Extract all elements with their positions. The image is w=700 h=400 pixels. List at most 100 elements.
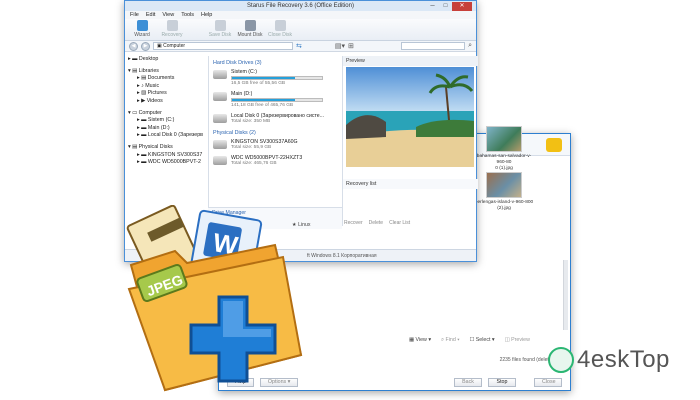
menu-edit[interactable]: Edit	[146, 12, 155, 18]
mount-disk-button[interactable]: Mount Disk	[237, 20, 263, 38]
tree-item[interactable]: ▾ ▤ Physical Disks	[128, 144, 206, 152]
folder-tree: ▸ ▬ Desktop ▾ ▤ Libraries ▸ ▤ Documents …	[128, 56, 206, 167]
forward-nav-button[interactable]: ▶	[141, 41, 150, 51]
tree-label: Music	[145, 82, 160, 89]
close-button[interactable]: Close	[534, 378, 562, 387]
view-label: View	[415, 337, 427, 343]
recovery-list-toolbar: Recover Delete Clear List	[344, 220, 410, 226]
close-disk-icon	[274, 20, 286, 31]
clear-list-button[interactable]: Clear List	[389, 220, 410, 226]
watermark: 4eskTop	[548, 346, 670, 374]
menu-help[interactable]: Help	[201, 12, 212, 18]
app-logo-icon	[546, 138, 562, 152]
preview-button[interactable]: ◫ Preview	[505, 337, 530, 344]
search-input[interactable]	[401, 42, 466, 50]
disk-total-size: Total size: 55,9 GB	[231, 145, 272, 150]
physical-disk-item[interactable]: KINGSTON SV300S37A60G Total size: 55,9 G…	[213, 139, 338, 150]
save-disk-icon	[214, 20, 226, 31]
mount-disk-label: Mount Disk	[237, 32, 263, 38]
tree-label: Local Disk 0 (Зарезерв	[147, 132, 203, 139]
recover-button[interactable]: Recover	[344, 220, 363, 226]
beach-photo	[346, 67, 474, 167]
delete-button[interactable]: Delete	[369, 220, 383, 226]
window-controls: ─ □ ✕	[426, 1, 472, 11]
os-status-text: ft Windows 8.1 Корпоративная	[307, 252, 377, 259]
drive-item[interactable]: Main (D:) 141,18 GB free of 465,76 GB	[213, 91, 338, 108]
maximize-button[interactable]: □	[439, 2, 452, 11]
disk-icon	[213, 156, 227, 165]
physical-disk-item[interactable]: WDC WD5000BPVT-22HXZT3 Total size: 465,7…	[213, 155, 338, 166]
thumbnail-item[interactable]: berlengas-island-v-960-800 (2).jpg	[473, 172, 535, 212]
tree-item[interactable]: ▸ ♪ Music	[128, 83, 206, 91]
wizard-button[interactable]: Wizard	[129, 20, 155, 38]
thumbnail-scrollbar[interactable]	[563, 260, 568, 330]
back-nav-button[interactable]: ◀	[129, 41, 138, 51]
filter-icon[interactable]: ⊞	[348, 42, 354, 50]
title-bar: Starus File Recovery 3.6 (Office Edition…	[125, 1, 476, 11]
tree-label: Physical Disks	[138, 143, 173, 150]
back-button[interactable]: Back	[454, 378, 482, 387]
physical-section-title: Physical Disks (2)	[213, 130, 256, 136]
menu-tools[interactable]: Tools	[181, 12, 194, 18]
save-disk-label: Save Disk	[208, 32, 232, 38]
thumbnail-item[interactable]: bahamas-san-salvador-v-960-80 0 (1).jpg	[473, 126, 535, 172]
drive-free-space: 141,18 GB free of 465,76 GB	[231, 103, 294, 108]
save-disk-button[interactable]: Save Disk	[207, 20, 233, 38]
tree-item[interactable]: ▾ ▤ Libraries	[128, 68, 206, 76]
search-icon[interactable]: ⌕	[468, 42, 472, 50]
tree-label: Libraries	[138, 67, 159, 74]
tree-item[interactable]: ▸ ▬ KINGSTON SV300S37	[128, 152, 206, 160]
drive-item[interactable]: Sistem (C:) 16,5 GB free of 55,56 GB	[213, 69, 338, 86]
disk-icon	[213, 140, 227, 149]
tree-item[interactable]: ▸ ▬ Main (D:)	[128, 125, 206, 133]
hard-drive-icon	[213, 92, 227, 101]
minimize-button[interactable]: ─	[426, 2, 439, 11]
recovery-button[interactable]: Recovery	[159, 20, 185, 38]
select-menu[interactable]: ☐ Select ▾	[469, 337, 494, 344]
window-title: Starus File Recovery 3.6 (Office Edition…	[247, 3, 354, 9]
preview-image	[346, 67, 474, 167]
tree-item[interactable]: ▸ ▬ WDC WD5000BPVT-2	[128, 159, 206, 167]
thumbnail-label: berlengas-island-v-960-800 (2).jpg	[474, 200, 534, 211]
tree-item[interactable]: ▸ ▨ Pictures	[128, 90, 206, 98]
drive-usage-fill	[232, 77, 295, 79]
tree-label: Videos	[146, 97, 163, 104]
drive-name: Main (D:)	[231, 91, 253, 97]
preview-label: Preview	[511, 337, 530, 343]
stop-button[interactable]: Stop	[488, 378, 516, 387]
preview-panel: Preview Recovery list	[342, 56, 478, 226]
menu-view[interactable]: View	[162, 12, 174, 18]
tree-item[interactable]: ▸ ▬ Sistem (C:)	[128, 117, 206, 125]
drive-usage-bar	[231, 98, 323, 102]
toolbar: Wizard Recovery Save Disk Mount Disk Clo…	[125, 19, 476, 41]
address-input[interactable]: ▣ Computer	[153, 42, 293, 50]
view-options-icon[interactable]: ▤▾	[335, 42, 345, 50]
recovery-icon	[166, 20, 178, 31]
menu-file[interactable]: File	[130, 12, 139, 18]
find-menu[interactable]: ⌕ Find ▾	[441, 337, 459, 344]
tree-label: Documents	[147, 75, 175, 82]
tree-item[interactable]: ▸ ▶ Videos	[128, 98, 206, 106]
thumbnail-image	[486, 126, 522, 152]
watermark-text: 4eskTop	[577, 346, 670, 373]
watermark-logo-icon	[548, 347, 574, 373]
drive-total-size: Total size: 350 MB	[231, 119, 271, 124]
close-disk-button[interactable]: Close Disk	[267, 20, 293, 38]
hard-drive-icon	[213, 114, 227, 123]
thumbnail-image	[486, 172, 522, 198]
refresh-icon[interactable]: ⇆	[296, 42, 302, 50]
address-bar: ◀ ▶ ▣ Computer ⇆ ▤▾ ⊞ ⌕	[125, 41, 476, 52]
tree-item[interactable]: ▸ ▬ Desktop	[128, 56, 206, 64]
view-toolbar: ▦ View ▾ ⌕ Find ▾ ☐ Select ▾ ◫ Preview	[409, 337, 530, 344]
drive-item[interactable]: Local Disk 0 (Зарезервировано систе... T…	[213, 113, 338, 124]
tree-item[interactable]: ▾ ▭ Computer	[128, 110, 206, 118]
drive-name: Sistem (C:)	[231, 69, 257, 75]
drive-list: Hard Disk Drives (3) Sistem (C:) 16,5 GB…	[208, 56, 342, 226]
view-menu[interactable]: ▦ View ▾	[409, 337, 431, 344]
tree-item[interactable]: ▸ ▤ Documents	[128, 75, 206, 83]
hdd-section-title: Hard Disk Drives (3)	[213, 60, 262, 66]
tree-item[interactable]: ▸ ▬ Local Disk 0 (Зарезерв	[128, 132, 206, 140]
close-window-button[interactable]: ✕	[452, 1, 472, 11]
address-text: Computer	[163, 43, 186, 49]
tree-label: Desktop	[138, 56, 159, 62]
